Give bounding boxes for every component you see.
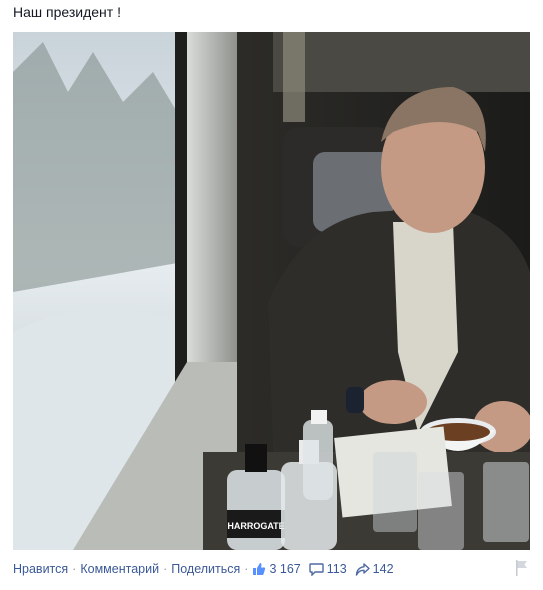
- bottle-label: HARROGATE: [227, 521, 284, 531]
- post-actions-bar: Нравится · Комментарий · Поделиться · 3 …: [13, 560, 530, 578]
- shares-count-stat[interactable]: 142: [355, 560, 394, 578]
- thumbs-up-icon: [253, 563, 266, 575]
- comments-count: 113: [326, 562, 347, 576]
- post-caption: Наш президент !: [13, 4, 121, 20]
- like-link[interactable]: Нравится: [13, 560, 68, 578]
- report-flag-button[interactable]: [514, 559, 530, 577]
- separator: ·: [244, 562, 249, 576]
- shares-count: 142: [372, 562, 394, 576]
- photo-illustration: HARROGATE: [13, 32, 530, 550]
- post-photo[interactable]: HARROGATE: [13, 32, 530, 550]
- comment-link[interactable]: Комментарий: [80, 560, 159, 578]
- share-arrow-icon: [355, 562, 370, 576]
- separator: ·: [72, 562, 77, 576]
- flag-icon: [516, 560, 527, 576]
- comments-count-stat[interactable]: 113: [309, 560, 347, 578]
- separator: ·: [163, 562, 168, 576]
- share-link[interactable]: Поделиться: [171, 560, 240, 578]
- comment-bubble-icon: [309, 562, 324, 576]
- likes-count: 3 167: [269, 562, 301, 576]
- likes-count-stat[interactable]: 3 167: [252, 560, 301, 578]
